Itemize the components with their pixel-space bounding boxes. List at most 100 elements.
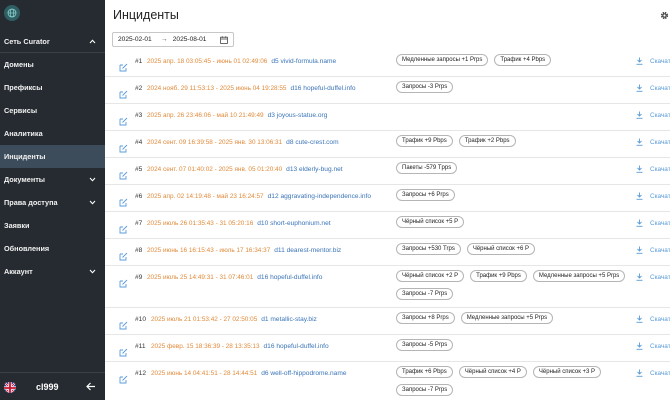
incident-domain-link[interactable]: d13 elderly-bug.net: [286, 166, 342, 173]
edit-icon[interactable]: [119, 140, 128, 153]
metric-tag: Медленные запросы +5 Prps: [460, 312, 554, 324]
sidebar-item[interactable]: Сеть Curator: [0, 30, 105, 53]
sidebar-item[interactable]: Права доступа: [0, 191, 105, 214]
incident-number: #10: [135, 316, 147, 323]
edit-icon[interactable]: [119, 59, 128, 72]
sidebar-item[interactable]: Документы: [0, 168, 105, 191]
sidebar-item-label: Аналитика: [4, 129, 43, 138]
edit-icon[interactable]: [119, 194, 128, 207]
incident-tags: Чёрный список +2 P Трафик +9 Pbps Медленны…: [396, 270, 626, 300]
download-button[interactable]: Скачать: [636, 165, 670, 173]
incident-number: #12: [135, 370, 147, 377]
incident-domain-link[interactable]: d16 hopeful-duffel.info: [257, 274, 322, 281]
metric-tag: Чёрный список +6 P: [466, 243, 535, 255]
sidebar-item[interactable]: Префиксы: [0, 76, 105, 99]
download-icon: [636, 57, 650, 65]
incident-domain-link[interactable]: d3 joyous-statue.org: [268, 112, 328, 119]
incident-tags: Запросы +530 Trps Чёрный список +6 P: [396, 243, 626, 255]
sidebar-footer: cl999: [0, 372, 105, 400]
sidebar-nav: Сеть Curator Домены Префиксы Сервисы Аналити…: [0, 30, 105, 283]
download-button[interactable]: Скачать: [636, 192, 670, 200]
user-name[interactable]: cl999: [36, 382, 86, 392]
download-label: Скачать: [650, 273, 670, 281]
sidebar-item[interactable]: Заявки: [0, 214, 105, 237]
incident-dates: 2025 июнь 14 04:41:51 - 28 14:44:51 d6 we…: [151, 370, 346, 377]
incident-dates-text: 2025 апр. 18 03:05:45 - июнь 01 02:49:06: [147, 58, 268, 65]
download-button[interactable]: Скачать: [636, 369, 670, 377]
table-row: #12 2025 июнь 14 04:41:51 - 28 14:44:51 d6…: [105, 362, 670, 400]
incident-domain-link[interactable]: d16 hopeful-duffel.info: [290, 85, 355, 92]
edit-icon[interactable]: [119, 167, 128, 180]
metric-tag: Чёрный список +4 P: [458, 366, 527, 378]
date-range-picker[interactable]: 2025-02-01 → 2025-08-01: [112, 32, 234, 47]
download-button[interactable]: Скачать: [636, 315, 670, 323]
download-button[interactable]: Скачать: [636, 342, 670, 350]
download-button[interactable]: Скачать: [636, 273, 670, 281]
page-title: Инциденты: [113, 8, 179, 22]
incident-domain-link[interactable]: d1 metallic-stay.biz: [261, 316, 317, 323]
edit-icon[interactable]: [119, 86, 128, 99]
gear-icon[interactable]: [659, 8, 670, 20]
sidebar-item-label: Документы: [4, 175, 46, 184]
chevron-up-icon: [88, 37, 96, 45]
incident-tags: Пакеты -579 Tpps: [396, 162, 626, 174]
edit-icon[interactable]: [119, 344, 128, 357]
edit-icon[interactable]: [119, 221, 128, 234]
sidebar-item[interactable]: Аккаунт: [0, 260, 105, 283]
incident-tags: Трафик +6 Pbps Чёрный список +4 P Чёрный с…: [396, 366, 626, 396]
sidebar-item[interactable]: Аналитика: [0, 122, 105, 145]
chevron-down-icon: [88, 199, 96, 207]
incident-domain-link[interactable]: d11 dearest-mentor.biz: [274, 247, 341, 254]
incident-tags: Трафик +9 Pbps Трафик +2 Pbps: [396, 135, 626, 147]
incident-number: #9: [135, 274, 143, 281]
incident-number: #2: [135, 85, 143, 92]
download-button[interactable]: Скачать: [636, 138, 670, 146]
sidebar-item-label: Домены: [4, 60, 34, 69]
incident-number: #6: [135, 193, 143, 200]
globe-logo-icon[interactable]: [4, 5, 20, 21]
download-button[interactable]: Скачать: [636, 84, 670, 92]
incident-domain-link[interactable]: d6 well-off-hippodrome.name: [261, 370, 346, 377]
download-icon: [636, 246, 650, 254]
incident-domain-link[interactable]: d10 short-euphonium.net: [257, 220, 330, 227]
incident-domain-link[interactable]: d16 hopeful-duffel.info: [264, 343, 329, 350]
incident-dates: 2025 июль 26 01:35:43 - 31 05:20:16 d10 s…: [147, 220, 331, 227]
download-button[interactable]: Скачать: [636, 57, 670, 65]
download-label: Скачать: [650, 342, 670, 350]
metric-tag: Запросы +8 Prps: [396, 312, 455, 324]
edit-icon[interactable]: [119, 113, 128, 126]
logo-row: [0, 0, 105, 30]
incident-domain-link[interactable]: d12 aggravating-independence.info: [268, 193, 371, 200]
download-icon: [636, 192, 650, 200]
download-label: Скачать: [650, 57, 670, 65]
sidebar-item-label: Инциденты: [4, 152, 46, 161]
chevron-down-icon: [88, 268, 96, 276]
calendar-icon[interactable]: [220, 36, 228, 46]
date-from[interactable]: 2025-02-01: [118, 36, 152, 43]
edit-icon[interactable]: [119, 275, 128, 288]
metric-tag: Запросы -5 Prps: [396, 339, 454, 351]
download-label: Скачать: [650, 138, 670, 146]
sidebar-item[interactable]: Сервисы: [0, 99, 105, 122]
incident-dates-text: 2024 сент. 07 01:40:02 - 2025 янв. 05 01…: [147, 166, 283, 173]
range-arrow: →: [160, 36, 168, 43]
edit-icon[interactable]: [119, 248, 128, 261]
arrow-left-icon[interactable]: [86, 382, 96, 391]
download-button[interactable]: Скачать: [636, 246, 670, 254]
incident-domain-link[interactable]: d5 vivid-formula.name: [271, 58, 336, 65]
incident-dates-text: 2025 июнь 16 16:15:43 - июль 17 16:34:37: [147, 247, 271, 254]
sidebar-item[interactable]: Домены: [0, 53, 105, 76]
edit-icon[interactable]: [119, 371, 128, 384]
date-to[interactable]: 2025-08-01: [173, 36, 207, 43]
download-button[interactable]: Скачать: [636, 111, 670, 119]
sidebar-item[interactable]: Инциденты: [0, 145, 105, 168]
download-label: Скачать: [650, 192, 670, 200]
edit-icon[interactable]: [119, 317, 128, 330]
metric-tag: Медленные запросы +1 Prps: [396, 54, 489, 66]
download-icon: [636, 165, 650, 173]
metric-tag: Запросы +6 Prps: [396, 189, 455, 201]
download-button[interactable]: Скачать: [636, 219, 670, 227]
uk-flag-icon[interactable]: [4, 380, 16, 393]
incident-domain-link[interactable]: d8 cute-crest.com: [286, 139, 338, 146]
sidebar-item[interactable]: Обновления: [0, 237, 105, 260]
